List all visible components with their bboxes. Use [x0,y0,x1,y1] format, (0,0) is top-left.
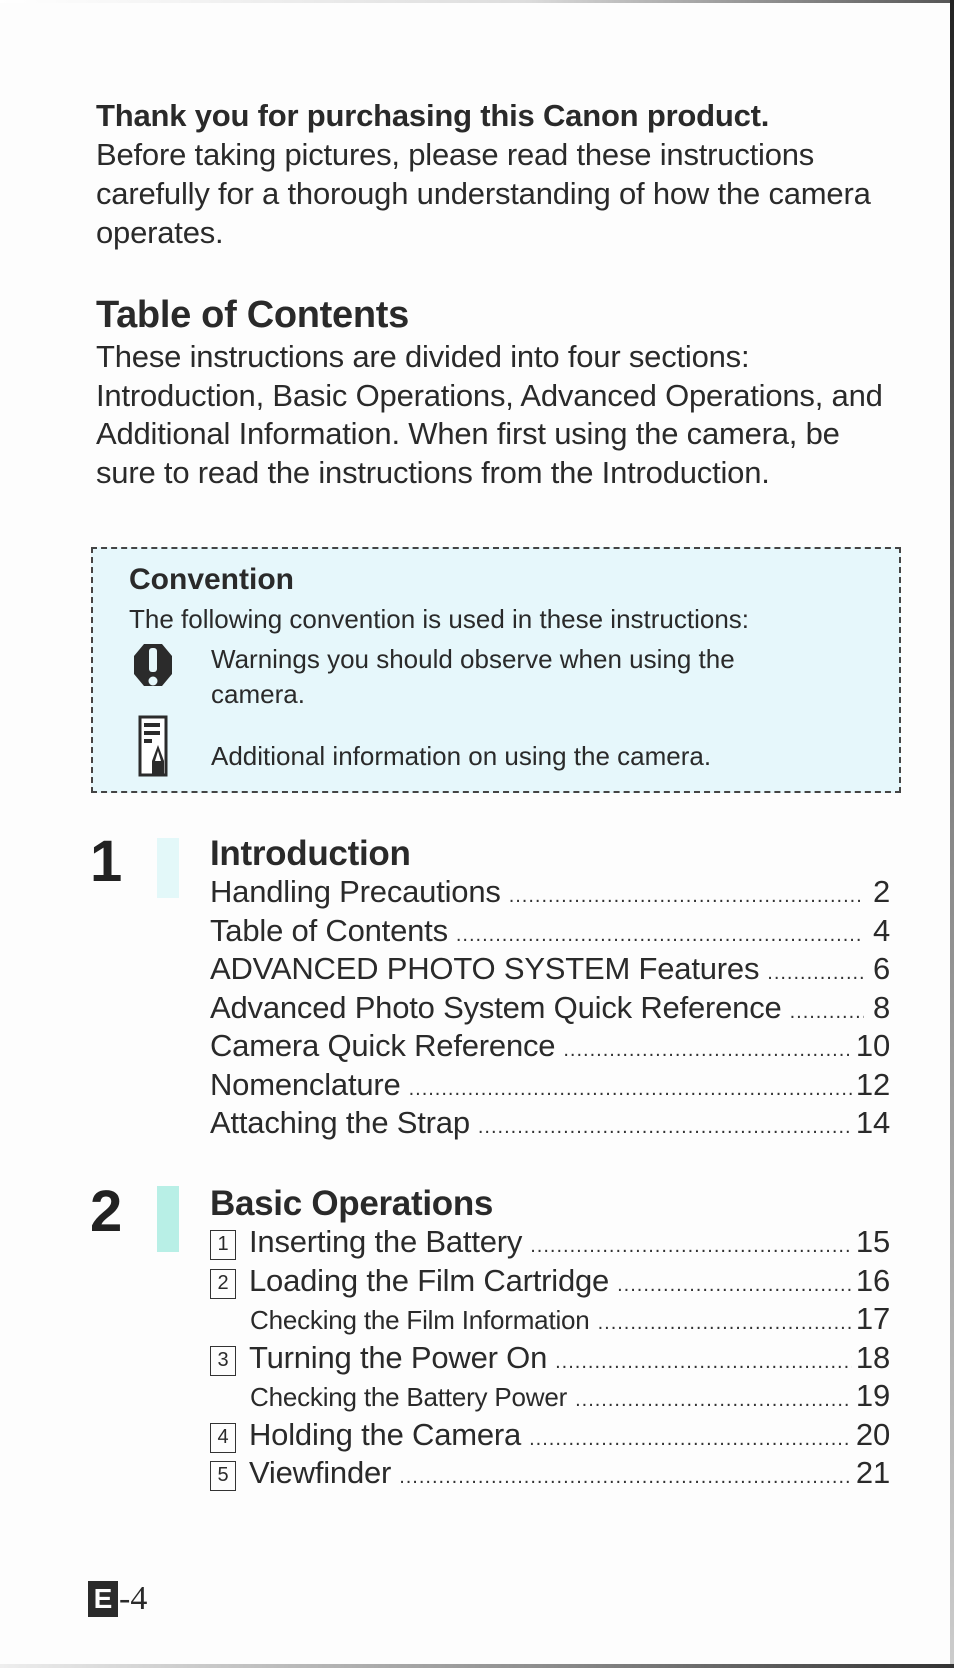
dot-leader [529,1428,852,1451]
section-color-bar [157,838,179,898]
toc-entry-label: Checking the Battery Power [250,1382,568,1412]
toc-entry-page: 18 [855,1339,890,1375]
page-title: Table of Contents [96,294,409,336]
toc-entry-page: 20 [855,1416,890,1452]
dot-leader [767,962,864,985]
toc-entry-label: Loading the Film Cartridge [249,1262,610,1298]
toc-entry-page: 17 [855,1301,890,1336]
toc-entry-page: 21 [855,1455,890,1490]
toc-entry[interactable]: Nomenclature 12 [210,1067,890,1106]
toc-entry-page: 2 [872,874,890,909]
convention-item-text: Additional information on using the came… [211,741,712,771]
convention-box: Convention The following convention is u… [91,547,901,793]
step-number-box: 5 [210,1461,236,1491]
toc-entry[interactable]: Advanced Photo System Quick Reference 8 [210,990,890,1029]
dot-leader [575,1389,852,1412]
toc-list: 1 Inserting the Battery 15 2 Loading the Fi… [210,1224,890,1494]
toc-entry-label: ADVANCED PHOTO SYSTEM Features [210,951,760,986]
toc-entry[interactable]: 2 Loading the Film Cartridge 16 [210,1263,890,1302]
page-edge-top [0,0,954,3]
convention-item-text: Warnings you should observe when using t… [211,644,735,709]
page-edge-right [950,0,954,1668]
toc-entry-label: Turning the Power On [249,1339,548,1375]
section-number: 1 [90,829,123,894]
toc-entry-page: 12 [855,1066,890,1102]
dot-leader [530,1235,852,1258]
section-heading: Introduction [210,834,411,873]
section-heading: Basic Operations [210,1184,494,1223]
dot-leader [617,1274,852,1297]
language-badge: E [88,1581,118,1617]
convention-item-warning: Warnings you should observe when using t… [129,642,811,712]
warning-icon [129,642,177,710]
toc-entry[interactable]: 3 Turning the Power On 18 [210,1340,890,1379]
dot-leader [509,885,864,908]
toc-entry[interactable]: Handling Precautions 2 [210,874,890,913]
dot-leader [456,924,864,947]
memo-icon [129,715,177,783]
dot-leader [399,1466,852,1489]
toc-entry-page: 16 [855,1262,890,1298]
toc-entry-label: Viewfinder [249,1455,392,1490]
toc-entry[interactable]: Table of Contents 4 [210,913,890,952]
toc-entry-page: 8 [872,989,890,1025]
dot-leader [555,1351,852,1374]
toc-entry-page: 15 [855,1224,890,1259]
toc-entry[interactable]: 1 Inserting the Battery 15 [210,1224,890,1263]
convention-title: Convention [129,563,294,596]
toc-entry[interactable]: 5 Viewfinder 21 [210,1455,890,1494]
step-number-box: 3 [210,1345,236,1376]
toc-entry[interactable]: 4 Holding the Camera 20 [210,1417,890,1456]
step-number-box: 4 [210,1422,236,1453]
convention-item-memo: Additional information on using the came… [129,715,811,783]
toc-subentry[interactable]: Checking the Battery Power 19 [210,1378,890,1417]
section-number: 2 [90,1179,123,1244]
toc-entry-label: Camera Quick Reference [210,1028,556,1063]
intro-lead: Thank you for purchasing this Canon prod… [96,98,770,133]
toc-entry-label: Holding the Camera [249,1416,522,1452]
dot-leader [790,1001,864,1024]
toc-entry-label: Inserting the Battery [249,1224,523,1259]
toc-entry-label: Nomenclature [210,1066,401,1102]
intro-body: Before taking pictures, please read thes… [96,137,871,250]
page-edge-bottom [0,1664,954,1668]
dot-leader [563,1039,852,1062]
toc-entry-page: 4 [872,912,890,948]
toc-entry[interactable]: ADVANCED PHOTO SYSTEM Features 6 [210,951,890,990]
toc-entry-page: 19 [855,1378,890,1413]
convention-description: The following convention is used in thes… [129,604,750,634]
toc-entry-label: Attaching the Strap [210,1105,470,1140]
toc-subentry[interactable]: Checking the Film Information 17 [210,1301,890,1340]
toc-entry-label: Handling Precautions [210,874,501,909]
toc-description: These instructions are divided into four… [96,339,883,490]
intro-paragraph: Thank you for purchasing this Canon prod… [96,96,896,252]
dot-leader [409,1078,852,1101]
toc-entry[interactable]: Attaching the Strap 14 [210,1105,890,1144]
dot-leader [598,1312,852,1335]
step-number-box: 2 [210,1268,236,1299]
toc-entry-page: 10 [855,1028,890,1063]
toc-entry-label: Checking the Film Information [250,1305,590,1335]
toc-entry[interactable]: Camera Quick Reference 10 [210,1028,890,1067]
section-color-bar [157,1186,179,1252]
toc-entry-label: Advanced Photo System Quick Reference [210,989,782,1025]
step-number-box: 1 [210,1230,236,1260]
page-footer: E -4 [88,1580,147,1618]
toc-list: Handling Precautions 2 Table of Contents 4… [210,874,890,1144]
toc-entry-label: Table of Contents [210,912,448,948]
dot-leader [478,1116,852,1139]
toc-entry-page: 6 [872,951,890,986]
toc-entry-page: 14 [855,1105,890,1140]
page-number: -4 [119,1580,148,1617]
